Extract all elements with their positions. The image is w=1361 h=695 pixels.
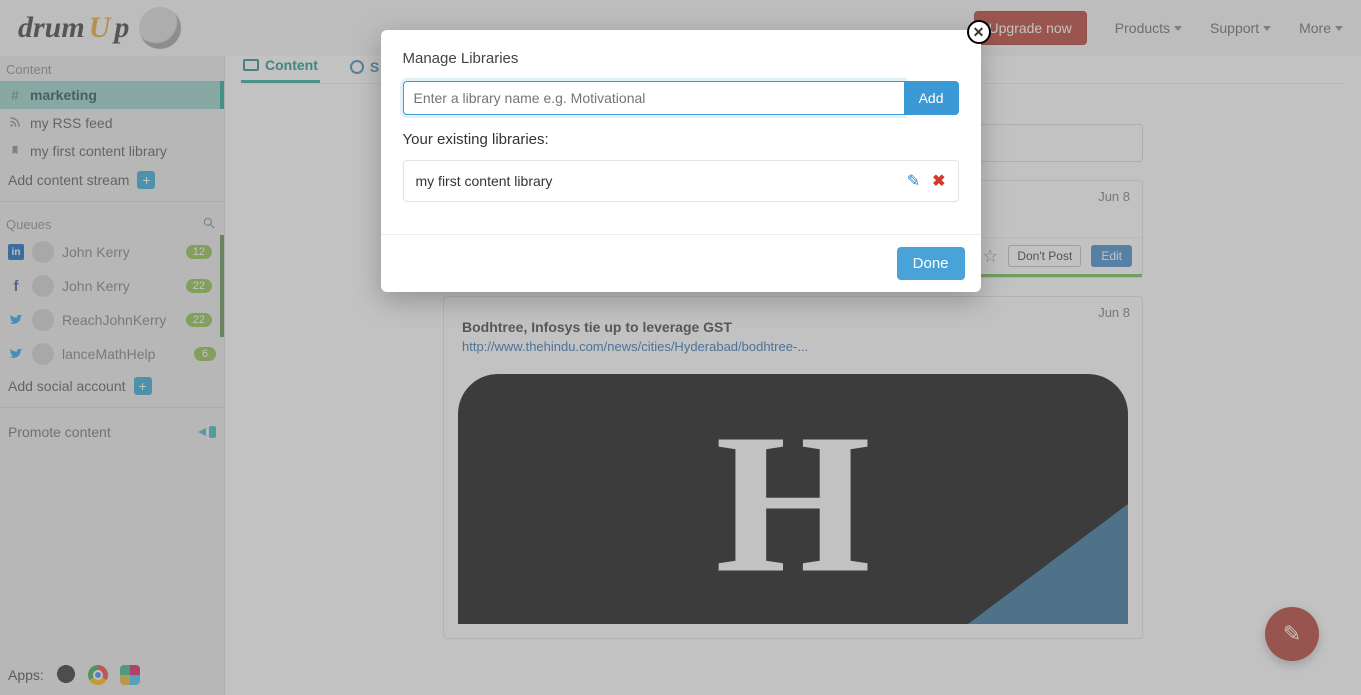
add-library-button[interactable]: Add (904, 81, 959, 115)
manage-libraries-modal: ✕ Manage Libraries Add Your existing lib… (381, 30, 981, 292)
close-icon[interactable]: ✕ (967, 20, 991, 44)
done-button[interactable]: Done (897, 247, 965, 280)
library-name-input[interactable] (403, 81, 904, 115)
library-item-name: my first content library (416, 173, 553, 189)
edit-icon[interactable]: ✎ (907, 171, 920, 191)
modal-title: Manage Libraries (403, 50, 959, 67)
library-item: my first content library ✎ ✖ (403, 160, 959, 202)
delete-icon[interactable]: ✖ (932, 171, 945, 191)
existing-libraries-label: Your existing libraries: (403, 131, 959, 148)
